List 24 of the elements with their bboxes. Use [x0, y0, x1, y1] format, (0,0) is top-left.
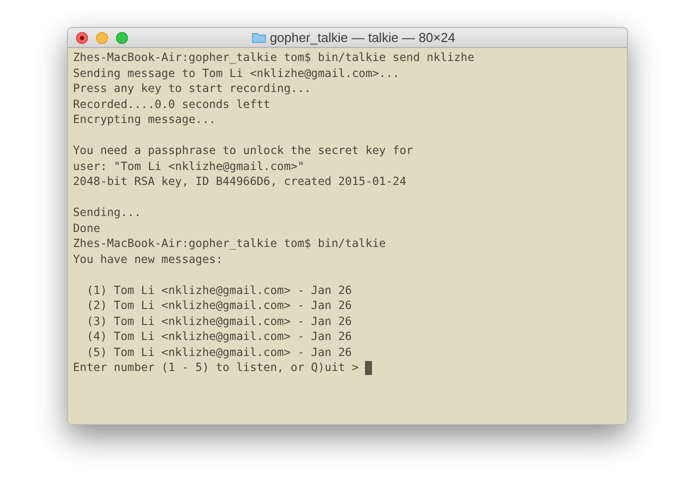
terminal-line: Sending message to Tom Li <nklizhe@gmail.com>...: [73, 66, 400, 81]
terminal-line: (5) Tom Li <nklizhe@gmail.com> - Jan 26: [86, 344, 352, 360]
terminal-line: Zhes-MacBook-Air:gopher_talkie tom$ bin/talkie: [73, 236, 386, 252]
terminal-line: Recorded....0.0 seconds leftt: [73, 96, 270, 112]
folder-icon: [252, 32, 266, 43]
terminal-line: (4) Tom Li <nklizhe@gmail.com> - Jan 26: [86, 329, 352, 344]
terminal-line: 2048-bit RSA key, ID B44966D6, created 2015-01-24: [73, 174, 406, 190]
terminal-line: Press any key to start recording...: [73, 81, 312, 96]
terminal-line: Sending...: [73, 205, 142, 220]
terminal-line: (2) Tom Li <nklizhe@gmail.com> - Jan 26: [86, 298, 352, 314]
terminal-line: Encrypting message...: [73, 112, 216, 128]
terminal-line: You have new messages:: [73, 252, 223, 267]
terminal-line: Zhes-MacBook-Air:gopher_talkie tom$ bin/talkie send nklizhe: [73, 50, 474, 66]
terminal-line: (1) Tom Li <nklizhe@gmail.com> - Jan 26: [86, 282, 352, 298]
zoom-button[interactable]: [116, 32, 128, 44]
window-title: gopher_talkie — talkie — 80×24: [270, 28, 456, 47]
terminal-line: You need a passphrase to unlock the secret key for: [73, 143, 414, 158]
close-button[interactable]: [76, 32, 88, 44]
terminal-line: user: "Tom Li <nklizhe@gmail.com>": [73, 158, 304, 174]
terminal-line: (3) Tom Li <nklizhe@gmail.com> - Jan 26: [86, 314, 352, 329]
text-cursor: [365, 360, 372, 375]
minimize-button[interactable]: [96, 32, 108, 44]
terminal-line: Done: [73, 220, 100, 236]
terminal-line: Enter number (1 - 5) to listen, or Q)uit >: [73, 360, 360, 376]
